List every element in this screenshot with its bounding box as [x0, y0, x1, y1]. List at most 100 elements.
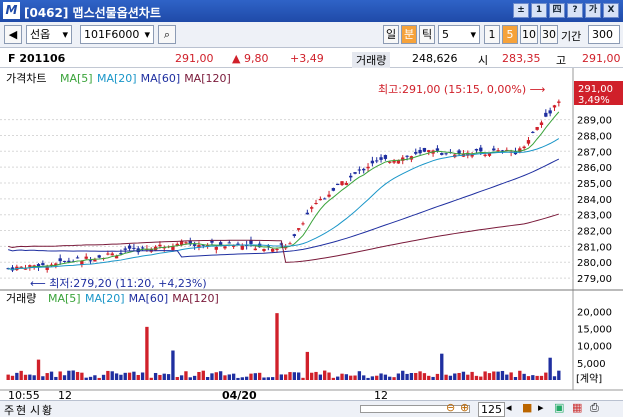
volume-bar	[509, 372, 513, 380]
period-30[interactable]: 30	[540, 25, 558, 44]
candle-body	[132, 247, 136, 249]
candle-body	[301, 223, 305, 225]
help-button[interactable]: ?	[567, 3, 583, 18]
interval-day[interactable]: 일	[383, 25, 399, 44]
current-pct-label: 3,49%	[578, 95, 610, 106]
volume-bar	[349, 375, 353, 380]
volume-bar	[314, 371, 318, 380]
candle-body	[422, 147, 427, 152]
print-icon[interactable]: ⎙	[590, 401, 599, 415]
volume-bar	[383, 374, 388, 380]
volume-bar	[396, 373, 401, 380]
candle-body	[357, 169, 362, 171]
volume-bar	[557, 370, 561, 380]
volume-bar	[67, 370, 71, 380]
candle-body	[479, 147, 483, 152]
pin-button[interactable]: ±	[513, 3, 529, 18]
settings-icon[interactable]: ▦	[572, 401, 582, 414]
volume-bar	[171, 350, 175, 380]
market-select[interactable]: 선옵 ▾	[26, 25, 72, 44]
volume-bar	[370, 376, 375, 380]
volume-bar	[544, 372, 548, 380]
volume-bar	[110, 371, 114, 380]
volume-bar	[483, 371, 487, 380]
status-tab-stock[interactable]: 주	[4, 402, 14, 418]
candle-body	[418, 149, 422, 154]
volume-bar	[379, 373, 383, 380]
volume-bar	[297, 372, 301, 380]
volume-bar	[106, 370, 110, 380]
price-tick-label: 284,00	[577, 195, 612, 206]
nav-first-icon[interactable]: ◂	[506, 401, 512, 414]
volume-bar	[75, 371, 80, 380]
volume-bar	[487, 373, 492, 380]
volume-bar	[518, 370, 522, 380]
volume-bar	[284, 374, 288, 380]
candle-body	[184, 242, 188, 244]
candle-body	[297, 228, 301, 230]
candle-body	[362, 168, 366, 171]
candle-body	[314, 203, 318, 205]
candle-body	[253, 248, 257, 251]
candle-body	[127, 245, 132, 249]
status-tab-current[interactable]: 현	[16, 402, 26, 418]
price-change: ▲ 9,80	[232, 52, 269, 65]
volume-bar	[292, 372, 297, 380]
candle-body	[531, 131, 535, 133]
excel-icon[interactable]: ▣	[554, 401, 564, 414]
volume-bar	[244, 376, 249, 380]
candle-body	[383, 155, 388, 159]
candle-body	[88, 260, 93, 262]
zoom-out-icon[interactable]: ⊖	[446, 401, 455, 414]
volume-bar	[119, 374, 123, 380]
volume-bar	[236, 377, 240, 380]
chart-svg[interactable]: 289,00 288,00 287,00 286,00 285,00 284,00 283,…	[0, 68, 623, 402]
stop-icon[interactable]: ■	[522, 401, 532, 414]
interval-minute[interactable]: 분	[401, 25, 417, 44]
current-price: 291,00	[175, 52, 214, 65]
volume-bar	[49, 371, 54, 380]
candle-body	[349, 175, 353, 178]
low-annotation: ⟵ 최저:279,20 (11:20, +4,23%)	[30, 277, 207, 290]
one-button[interactable]: 1	[531, 3, 547, 18]
ma-line	[8, 158, 560, 258]
volume-bar	[340, 373, 344, 380]
prev-arrow-icon[interactable]: ◀	[4, 25, 22, 44]
volume-bar	[548, 357, 552, 380]
period-5[interactable]: 5	[502, 25, 518, 44]
ma-line	[8, 213, 559, 263]
candle-body	[97, 255, 101, 258]
candle-body	[305, 212, 310, 215]
zoom-in-icon[interactable]: ⊕	[460, 401, 469, 414]
zoom-value[interactable]: 125	[478, 402, 505, 417]
price-tick-label: 286,00	[577, 163, 612, 174]
volume-bar	[405, 373, 409, 380]
candle-body	[366, 166, 370, 169]
period-10[interactable]: 10	[520, 25, 538, 44]
period-1[interactable]: 1	[484, 25, 500, 44]
volume-bar	[331, 377, 336, 380]
candle-body	[492, 148, 496, 151]
volume-bar	[132, 371, 136, 380]
volume-bar	[366, 377, 370, 380]
candle-body	[336, 183, 340, 186]
volume-bar	[80, 372, 84, 380]
time-tick-label: 10:55	[8, 389, 40, 400]
nav-next-icon[interactable]: ▸	[538, 401, 544, 414]
status-tab-market[interactable]: 시	[30, 402, 40, 418]
volume-bar	[188, 377, 192, 380]
close-button[interactable]: X	[603, 3, 619, 18]
time-tick-label: 04/20	[222, 389, 257, 400]
font-button[interactable]: 가	[585, 3, 601, 18]
status-tab-state[interactable]: 황	[42, 402, 52, 418]
chart-area[interactable]: 289,00 288,00 287,00 286,00 285,00 284,00 283,…	[0, 68, 623, 402]
period-input[interactable]: 300	[588, 25, 620, 44]
volume-bar	[323, 370, 327, 380]
interval-tick[interactable]: 틱	[419, 25, 435, 44]
search-icon[interactable]: ⌕	[158, 25, 176, 44]
volume-bar	[500, 370, 505, 380]
candle-body	[392, 160, 396, 163]
interval-input[interactable]: 5 ▾	[438, 25, 480, 44]
code-input[interactable]: 101F6000 ▾	[80, 25, 154, 44]
layout-button[interactable]: 四	[549, 3, 565, 18]
